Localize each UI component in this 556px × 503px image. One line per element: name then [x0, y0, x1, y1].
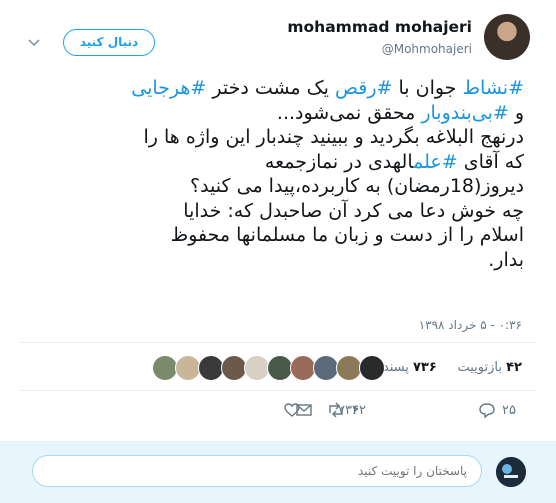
author-avatar[interactable] [484, 14, 530, 60]
hashtag-link[interactable]: #بی‌بندوبار [421, 102, 508, 124]
reply-count: ۲۵ [502, 402, 516, 418]
like-count-action: ۷۳۶ [338, 402, 359, 418]
liker-avatar[interactable] [359, 355, 385, 381]
tweet-text-segment: و [514, 101, 524, 124]
divider [20, 390, 536, 391]
engagement-stats: ۴۲ بازتوییت ۷۳۶ پسند [383, 360, 522, 375]
retweets-stat[interactable]: ۴۲ بازتوییت [457, 360, 522, 375]
message-button[interactable] [295, 398, 313, 422]
reply-icon [479, 403, 495, 419]
tweet-timestamp[interactable]: ۰:۳۶ - ۵ خرداد ۱۳۹۸ [419, 318, 522, 332]
hashtag-link[interactable]: #نشاط [462, 77, 524, 99]
liker-avatars [152, 355, 392, 381]
tweet-text-segment: یک مشت دختر [206, 77, 335, 99]
retweets-count: ۴۲ [506, 360, 522, 375]
current-user-avatar [496, 457, 526, 487]
reply-button[interactable]: ۲۵ [478, 398, 516, 422]
follow-button[interactable]: دنبال کنید [63, 29, 155, 56]
likes-count: ۷۳۶ [413, 360, 437, 375]
tweet-actions: ۲۵ ۴۲ ۷۳۶ [0, 398, 556, 422]
author-name[interactable]: mohammad mohajeri [287, 18, 472, 36]
divider [20, 342, 536, 343]
retweets-label: بازتوییت [457, 360, 502, 375]
hashtag-link[interactable]: #هرجایی [131, 77, 206, 99]
hashtag-link[interactable]: #علم [413, 151, 458, 173]
envelope-icon [296, 404, 312, 416]
tweet-card: mohammad mohajeri @Mohmohajeri دنبال کنی… [0, 0, 556, 440]
reply-area [0, 441, 556, 503]
hashtag-link[interactable]: #رقص [335, 77, 392, 99]
reply-input[interactable] [32, 455, 482, 487]
tweet-text: #نشاط جوان با #رقص یک مشت دختر #هرجایی و… [24, 76, 524, 272]
tweet-text-segment: جوان با [392, 77, 463, 99]
chevron-down-icon[interactable] [26, 34, 42, 50]
author-handle[interactable]: @Mohmohajeri [382, 42, 472, 56]
